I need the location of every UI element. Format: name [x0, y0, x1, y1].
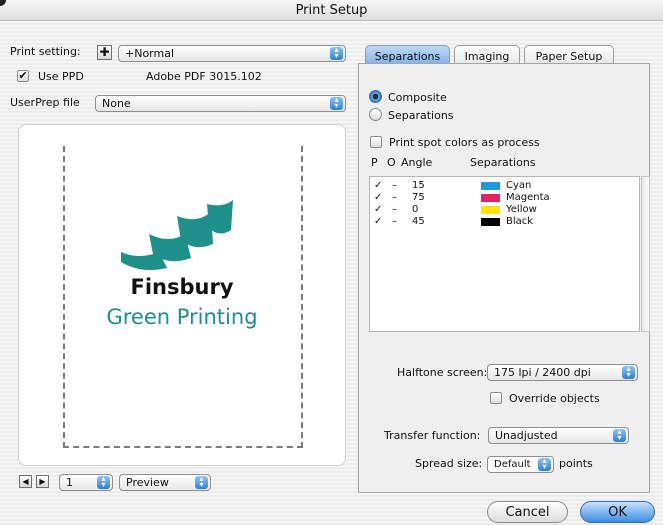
transfer-label: Transfer function: [384, 429, 481, 442]
tab-label: Paper Setup [535, 50, 603, 63]
popup-arrows-icon: ▴ ▾ [622, 365, 635, 379]
separation-name: Yellow [506, 204, 537, 215]
spot-colors-label: Print spot colors as process [389, 136, 540, 149]
popup-arrows-icon: ▴ ▾ [613, 428, 626, 442]
halftone-value: 175 lpi / 2400 dpi [494, 366, 591, 379]
override-objects-checkbox[interactable] [490, 392, 502, 404]
use-ppd-label: Use PPD [38, 70, 84, 83]
angle-value: 15 [412, 180, 425, 191]
ok-button[interactable]: OK [580, 501, 655, 523]
popup-arrows-icon: ▴ ▾ [97, 475, 110, 489]
print-setting-select[interactable]: +Normal ▴ ▾ [118, 45, 346, 62]
print-setting-value: +Normal [125, 47, 175, 60]
angle-value: 45 [412, 216, 425, 227]
transfer-value: Unadjusted [495, 429, 558, 442]
separations-list[interactable]: ✓ – 15 Cyan ✓ – 75 Magenta ✓ – 0 Yellow … [369, 176, 640, 332]
halftone-label: Halftone screen: [397, 366, 488, 379]
column-header-p: P [371, 156, 378, 169]
userprep-select[interactable]: None ▴ ▾ [95, 95, 346, 112]
userprep-label: UserPrep file [10, 96, 80, 109]
separation-name: Black [506, 216, 534, 227]
userprep-value: None [102, 97, 131, 110]
add-setting-button[interactable]: ✚ [97, 45, 112, 60]
dash: – [392, 204, 397, 215]
color-swatch [481, 218, 500, 226]
print-check-icon[interactable]: ✓ [374, 180, 382, 192]
tab-label: Separations [374, 50, 441, 63]
popup-arrows-icon: ▴ ▾ [538, 457, 551, 471]
tab-label: Imaging [464, 50, 510, 63]
color-swatch [481, 182, 500, 190]
spread-combo[interactable]: Default ▴ ▾ [487, 456, 554, 473]
angle-value: 0 [412, 204, 419, 215]
column-header-separations: Separations [470, 156, 536, 169]
prev-page-button[interactable]: ◀ [19, 475, 32, 488]
dash: – [392, 192, 397, 203]
page-preview: Finsbury Green Printing [18, 124, 346, 466]
spread-label: Spread size: [415, 457, 483, 470]
ok-label: OK [608, 505, 627, 520]
print-check-icon[interactable]: ✓ [374, 204, 382, 216]
ppd-name: Adobe PDF 3015.102 [146, 70, 262, 83]
use-ppd-checkbox[interactable]: ✔ [17, 70, 29, 82]
override-objects-label: Override objects [509, 392, 600, 405]
print-check-icon[interactable]: ✓ [374, 216, 382, 228]
angle-value: 75 [412, 192, 425, 203]
list-scrollbar[interactable] [641, 176, 650, 332]
spread-value: Default [494, 459, 531, 470]
transfer-select[interactable]: Unadjusted ▴ ▾ [488, 427, 629, 444]
composite-label: Composite [388, 91, 447, 104]
window-title: Print Setup [295, 3, 368, 18]
cancel-label: Cancel [505, 505, 550, 520]
dash: – [392, 216, 397, 227]
logo-text-finsbury: Finsbury [130, 275, 234, 299]
separation-name: Magenta [506, 192, 550, 203]
separations-label: Separations [388, 109, 454, 122]
spot-colors-checkbox[interactable] [370, 136, 382, 148]
spread-unit-label: points [559, 457, 593, 470]
page-number-value: 1 [66, 476, 73, 489]
view-mode-select[interactable]: Preview ▴ ▾ [119, 474, 211, 491]
cancel-button[interactable]: Cancel [487, 501, 568, 523]
next-page-button[interactable]: ▶ [36, 475, 49, 488]
print-check-icon[interactable]: ✓ [374, 192, 382, 204]
separations-radio[interactable] [369, 108, 382, 121]
color-swatch [481, 194, 500, 202]
view-mode-value: Preview [126, 476, 169, 489]
popup-arrows-icon: ▴ ▾ [330, 46, 343, 60]
popup-arrows-icon: ▴ ▾ [195, 475, 208, 489]
window-titlebar: Print Setup [0, 0, 663, 21]
column-header-o: O [387, 156, 396, 169]
print-setting-label: Print setting: [10, 45, 81, 58]
halftone-select[interactable]: 175 lpi / 2400 dpi ▴ ▾ [487, 364, 638, 381]
composite-radio[interactable] [369, 90, 382, 103]
column-header-angle: Angle [401, 156, 433, 169]
separation-name: Cyan [506, 180, 532, 191]
dash: – [392, 180, 397, 191]
color-swatch [481, 206, 500, 214]
page-number-select[interactable]: 1 ▴ ▾ [59, 474, 113, 491]
logo-text-green-printing: Green Printing [106, 305, 258, 329]
finsbury-logo-icon [121, 200, 233, 270]
popup-arrows-icon: ▴ ▾ [330, 96, 343, 110]
